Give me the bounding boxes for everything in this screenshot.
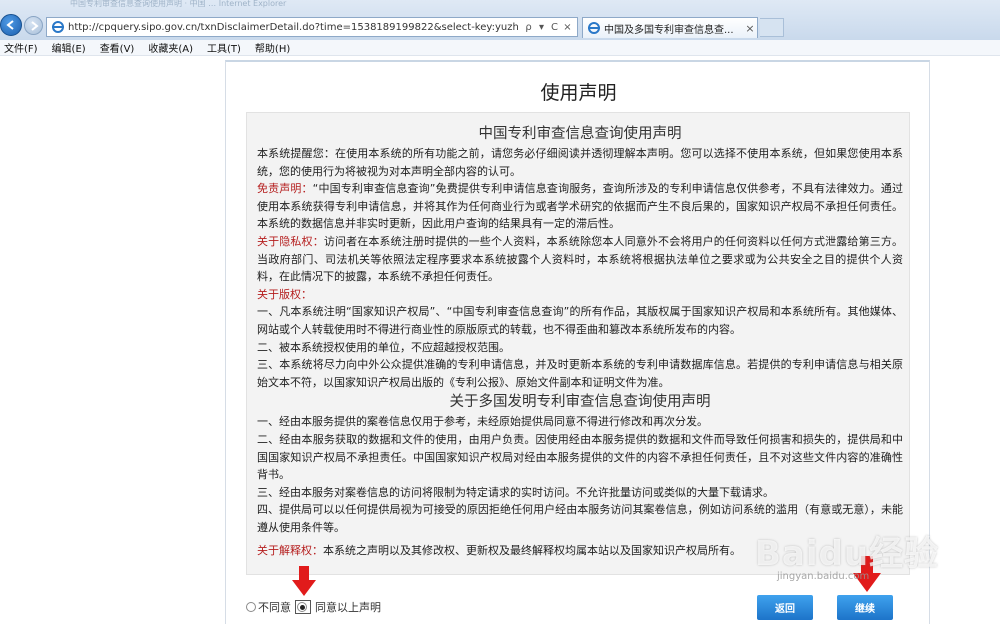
agree-option[interactable] [295,600,311,614]
disclaimer-label: 免责声明： [257,182,313,196]
close-tab-icon[interactable]: × [743,22,757,35]
disclaimer-paragraph: 免责声明：“中国专利审查信息查询”免费提供专利申请信息查询服务，查询所涉及的专利… [257,180,903,233]
forward-button[interactable] [24,16,43,35]
page-title: 使用声明 [540,82,617,104]
watermark-main: Baidu经验 [755,534,940,574]
privacy-paragraph: 关于隐私权：访问者在本系统注册时提供的一些个人资料，本系统除您本人同意外不会将用… [257,233,903,286]
agree-label[interactable]: 同意以上声明 [315,599,381,615]
multi-item-1: 一、经由本服务提供的案卷信息仅用于参考，未经原始提供局同意不得进行修改和再次分发… [257,415,708,429]
menu-edit[interactable]: 编辑(E) [52,40,86,55]
agreement-options: 不同意 同意以上声明 [246,599,381,615]
interpret-text: 本系统之声明以及其修改权、更新权及最终解释权均属本站以及国家知识产权局所有。 [323,544,741,558]
menu-help[interactable]: 帮助(H) [255,40,290,55]
browser-chrome: 中国专利审查信息查询使用声明 · 中国 … Internet Explorer … [0,0,1000,40]
menu-file[interactable]: 文件(F) [4,40,38,55]
red-arrow-icon [292,566,316,596]
disagree-label[interactable]: 不同意 [258,599,291,615]
back-page-button[interactable]: 返回 [757,595,813,620]
disagree-radio[interactable] [246,602,256,612]
address-bar[interactable]: http://cpquery.sipo.gov.cn/txnDisclaimer… [46,17,578,37]
menu-view[interactable]: 查看(V) [100,40,135,55]
interpret-label: 关于解释权： [257,544,323,558]
notice-box: 中国专利审查信息查询使用声明 本系统提醒您：在使用本系统的所有功能之前，请您务必… [246,112,910,575]
continue-button[interactable]: 继续 [837,595,893,620]
refresh-icon[interactable]: C [549,22,560,33]
multi-item-3: 三、经由本服务对案卷信息的访问将限制为特定请求的实时访问。不允许批量访问或类似的… [257,485,774,499]
multi-item-2: 二、经由本服务获取的数据和文件的使用，由用户负责。因使用经由本服务提供的数据和文… [257,432,903,482]
dropdown-icon[interactable]: ▾ [536,22,547,33]
search-icon[interactable]: ρ [523,22,534,33]
new-tab-button[interactable] [760,18,784,37]
copyright-item-1: 一、凡本系统注明“国家知识产权局”、“中国专利审查信息查询”的所有作品，其版权属… [257,305,903,336]
address-tools: ρ ▾ C × [519,22,577,33]
browser-tab[interactable]: 中国及多国专利审查信息查... × [582,17,758,38]
tab-label: 中国及多国专利审查信息查... [604,24,734,36]
window-title: 中国专利审查信息查询使用声明 · 中国 … Internet Explorer [70,0,287,8]
notice-content: 中国专利审查信息查询使用声明 本系统提醒您：在使用本系统的所有功能之前，请您务必… [257,123,903,560]
arrow-left-icon [6,20,14,30]
privacy-label: 关于隐私权： [257,234,324,248]
copyright-label: 关于版权： [257,287,312,301]
baidu-watermark: Baidu经验 jingyan.baidu.com [755,526,939,582]
section-title-multi: 关于多国发明专利审查信息查询使用声明 [449,394,711,411]
copyright-item-2: 二、被本系统授权使用的单位，不应超越授权范围。 [257,340,510,354]
back-button[interactable] [0,14,22,36]
menu-favorites[interactable]: 收藏夹(A) [148,40,193,55]
ie-page-icon [52,21,64,33]
ie-tab-icon [588,22,600,34]
section-title-china: 中国专利审查信息查询使用声明 [478,126,682,142]
disclaimer-text: “中国专利审查信息查询”免费提供专利申请信息查询服务，查询所涉及的专利申请信息仅… [257,182,903,231]
arrow-right-icon [30,20,39,31]
privacy-text: 访问者在本系统注册时提供的一些个人资料，本系统除您本人同意外不会将用户的任何资料… [257,234,903,284]
intro-paragraph: 本系统提醒您：在使用本系统的所有功能之前，请您务必仔细阅读并透彻理解本声明。您可… [257,147,903,178]
stop-icon[interactable]: × [562,22,573,33]
agree-radio[interactable] [297,602,307,612]
copyright-item-3: 三、本系统将尽力向中外公众提供准确的专利申请信息，并及时更新本系统的专利申请数据… [257,358,903,389]
menu-bar: 文件(F) 编辑(E) 查看(V) 收藏夹(A) 工具(T) 帮助(H) [0,40,1000,56]
menu-tools[interactable]: 工具(T) [207,40,241,55]
url-text[interactable]: http://cpquery.sipo.gov.cn/txnDisclaimer… [68,22,519,33]
disagree-option[interactable]: 不同意 [246,599,291,615]
